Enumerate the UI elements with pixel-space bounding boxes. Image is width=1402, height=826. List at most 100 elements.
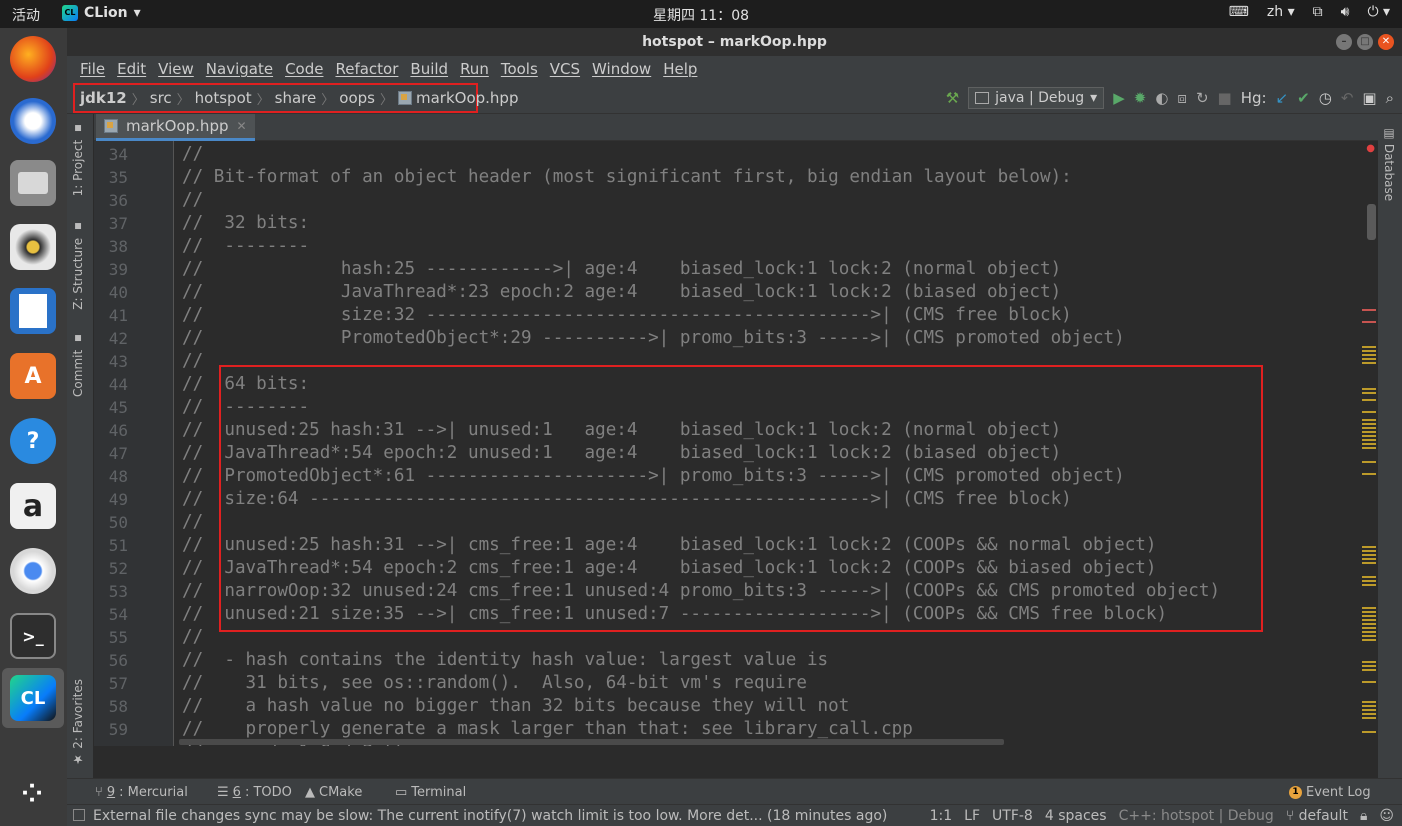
caret-position[interactable]: 1:1 (930, 808, 953, 824)
vcs-branch[interactable]: ⑂ default (1286, 808, 1348, 824)
vcs-commit-icon[interactable]: ✔ (1297, 90, 1310, 106)
menu-tools[interactable]: Tools (495, 60, 544, 78)
breadcrumb-jdk12[interactable]: jdk12 (80, 89, 127, 107)
amazon-icon[interactable]: a (10, 483, 56, 529)
tool-tab-database[interactable]: ▤ Database (1382, 126, 1396, 201)
tab-markoop[interactable]: markOop.hpp ✕ (96, 114, 255, 141)
error-indicator-icon[interactable]: ● (1366, 143, 1375, 154)
menu-bar: File Edit View Navigate Code Refactor Bu… (67, 56, 1402, 82)
rhythmbox-icon[interactable] (10, 224, 56, 270)
minimize-icon[interactable]: – (1336, 34, 1352, 50)
line-number: 57 (108, 674, 128, 693)
scrollbar-marker (1362, 427, 1376, 429)
clion-dock-icon[interactable]: CL (10, 675, 56, 721)
files-icon[interactable] (10, 160, 56, 206)
tool-tab-structure[interactable]: Z: Structure ▪ (71, 220, 85, 310)
tab-label: markOop.hpp (126, 117, 229, 135)
inspector-icon[interactable]: ☺ (1379, 808, 1394, 824)
scrollbar-marker (1362, 546, 1376, 548)
menu-edit[interactable]: Edit (111, 60, 152, 78)
tool-tab-project[interactable]: 1: Project ▪ (71, 122, 85, 196)
breadcrumb-oops[interactable]: oops (339, 89, 375, 107)
breadcrumb-src[interactable]: src (150, 89, 172, 107)
volume-icon[interactable]: 🔊︎ (1341, 4, 1350, 20)
code-line: // JavaThread*:23 epoch:2 age:4 biased_l… (182, 282, 1062, 302)
line-separator[interactable]: LF (964, 808, 980, 824)
scrollbar-marker (1362, 705, 1376, 707)
close-tab-icon[interactable]: ✕ (236, 119, 246, 133)
scrollbar-marker (1362, 661, 1376, 663)
coverage-icon[interactable]: ◐ (1155, 90, 1168, 106)
stop-icon[interactable]: ■ (1218, 90, 1232, 106)
resolve-context[interactable]: C++: hotspot | Debug (1119, 808, 1274, 824)
history-icon[interactable]: ◷ (1319, 90, 1332, 106)
file-encoding[interactable]: UTF-8 (992, 808, 1033, 824)
revert-icon[interactable]: ↶ (1341, 90, 1354, 106)
run-icon[interactable]: ▶ (1113, 90, 1125, 106)
maximize-icon[interactable]: □ (1357, 34, 1373, 50)
app-grid-icon[interactable]: ⁘ (10, 771, 56, 817)
breadcrumb-hotspot[interactable]: hotspot (195, 89, 252, 107)
menu-code[interactable]: Code (279, 60, 329, 78)
code-line: // Bit-format of an object header (most … (182, 167, 1072, 187)
menu-view[interactable]: View (152, 60, 200, 78)
profile-icon[interactable]: ⧈ (1177, 90, 1187, 106)
thunderbird-icon[interactable] (10, 98, 56, 144)
indent-setting[interactable]: 4 spaces (1045, 808, 1107, 824)
scrollbar-marker (1362, 665, 1376, 667)
horizontal-scrollbar[interactable] (179, 739, 1004, 745)
line-number: 47 (108, 444, 128, 463)
code-editor[interactable]: 34 35 36 37 38 39 40 41 42 43 44 45 46 47 48 49 50 51 52 53… (94, 141, 1378, 746)
status-toggle-icon[interactable] (73, 809, 85, 821)
help-icon[interactable]: ? (10, 418, 56, 464)
vcs-update-icon[interactable]: ↙ (1276, 90, 1289, 106)
network-icon[interactable]: ⧉ (1313, 4, 1323, 20)
tool-event-log[interactable]: 1 Event Log (1289, 785, 1371, 800)
tool-tab-commit[interactable]: Commit ▪ (71, 332, 85, 397)
menu-run[interactable]: Run (454, 60, 495, 78)
search-icon[interactable]: ⌕ (1386, 90, 1394, 106)
tool-terminal[interactable]: ▭ Terminal (395, 785, 466, 800)
scrollbar-marker (1362, 358, 1376, 360)
chromium-icon[interactable] (10, 548, 56, 594)
window-title-bar: hotspot – markOop.hpp – □ ✕ (67, 28, 1402, 56)
terminal-icon[interactable]: >_ (10, 613, 56, 659)
line-number: 55 (108, 628, 128, 647)
software-center-icon[interactable]: A (10, 353, 56, 399)
build-hammer-icon[interactable]: ⚒ (946, 90, 959, 106)
breadcrumb-share[interactable]: share (275, 89, 317, 107)
tool-todo[interactable]: ☰ 6: TODO (217, 785, 292, 800)
scrollbar-marker (1362, 731, 1376, 733)
tool-mercurial[interactable]: ⑂ 9: Mercurial (95, 785, 188, 800)
libreoffice-writer-icon[interactable] (10, 288, 56, 334)
lock-icon[interactable]: 🔒︎ (1360, 808, 1367, 824)
line-number: 37 (108, 214, 128, 233)
keyboard-icon[interactable]: ⌨ (1229, 4, 1249, 20)
menu-window[interactable]: Window (586, 60, 657, 78)
menu-build[interactable]: Build (404, 60, 454, 78)
tool-tab-favorites[interactable]: ★ 2: Favorites (71, 679, 85, 767)
close-icon[interactable]: ✕ (1378, 34, 1394, 50)
power-icon[interactable]: ⏻ ▾ (1367, 4, 1390, 20)
scrollbar-marker (1362, 584, 1376, 586)
menu-help[interactable]: Help (657, 60, 703, 78)
debug-icon[interactable]: ✹ (1134, 90, 1147, 106)
menu-vcs[interactable]: VCS (544, 60, 586, 78)
scrollbar-marker (1362, 350, 1376, 352)
menu-navigate[interactable]: Navigate (200, 60, 279, 78)
vertical-scrollbar[interactable] (1367, 204, 1376, 240)
status-message[interactable]: External file changes sync may be slow: … (93, 808, 887, 824)
project-structure-icon[interactable]: ▣ (1362, 90, 1376, 106)
tool-cmake[interactable]: ▲ CMake (305, 785, 362, 800)
breadcrumb-file[interactable]: markOop.hpp (397, 89, 518, 107)
scrollbar-marker (1362, 439, 1376, 441)
menu-refactor[interactable]: Refactor (329, 60, 404, 78)
dock: A ? a >_ CL ⁘ (0, 28, 67, 826)
menu-file[interactable]: File (74, 60, 111, 78)
system-tray: ⌨ zh ▾ ⧉ 🔊︎ ⏻ ▾ (1229, 4, 1390, 20)
input-method[interactable]: zh ▾ (1267, 4, 1295, 20)
firefox-icon[interactable] (10, 36, 56, 82)
attach-icon[interactable]: ↻ (1196, 90, 1209, 106)
clock[interactable]: 星期四 11：08 (0, 5, 1402, 25)
run-config-select[interactable]: java | Debug ▾ (968, 87, 1105, 109)
